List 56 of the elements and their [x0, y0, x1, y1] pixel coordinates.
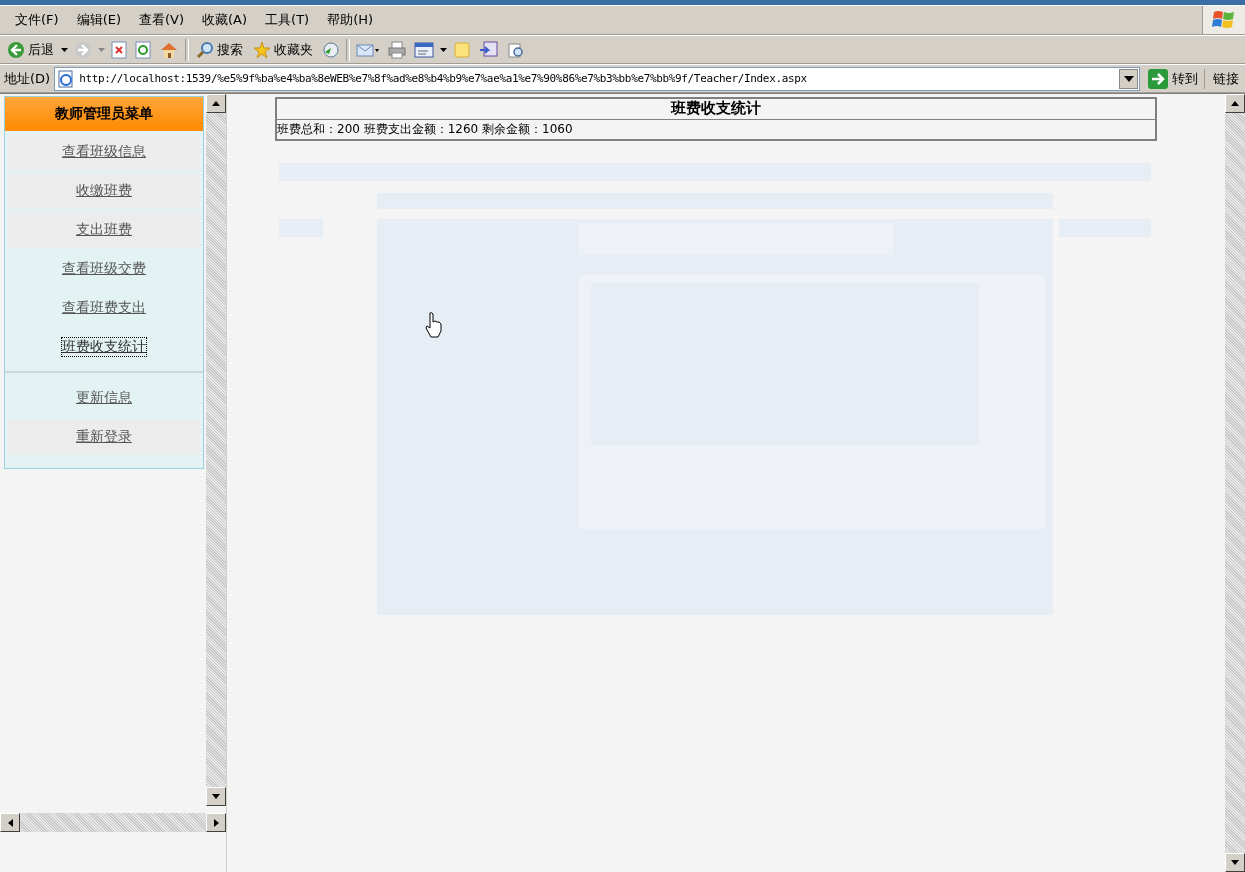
- scroll-up-button[interactable]: [206, 94, 226, 113]
- messenger-icon[interactable]: [477, 40, 501, 59]
- address-text: http://localhost:1539/%e5%9f%ba%e4%ba%8eWEB%e7%8f%ad%e8%b4%b9%e7%ae%a1%e7%90%86%e7%b3%bb%e7%bb%9f/Teacher/Index.aspx: [79, 72, 808, 85]
- up-arrow-icon: [1231, 101, 1239, 106]
- scroll-up-button[interactable]: [1225, 94, 1245, 113]
- menu-link[interactable]: 更新信息: [76, 389, 132, 407]
- menu-item[interactable]: 帮助(H): [318, 11, 383, 29]
- windows-flag-icon: [1202, 6, 1245, 34]
- star-icon: [253, 40, 271, 59]
- menu-header: 教师管理员菜单: [5, 97, 203, 131]
- report-summary: 班费总和：200 班费支出金额：1260 剩余金额：1060: [277, 121, 574, 138]
- menu-link[interactable]: 支出班费: [76, 221, 132, 239]
- vertical-scrollbar[interactable]: [1225, 94, 1245, 872]
- vertical-scrollbar[interactable]: [206, 94, 226, 806]
- left-arrow-icon: [7, 818, 13, 827]
- stop-icon[interactable]: [109, 40, 129, 59]
- menu-item[interactable]: 收藏(A): [193, 11, 257, 29]
- menu-item[interactable]: 编辑(E): [67, 11, 130, 29]
- horizontal-scrollbar[interactable]: [0, 813, 226, 832]
- refresh-icon[interactable]: [133, 40, 153, 59]
- menu-link[interactable]: 查看班费支出: [62, 299, 146, 317]
- page-icon: [57, 69, 76, 88]
- menu-link[interactable]: 班费收支统计: [62, 338, 146, 356]
- back-button[interactable]: 后退: [4, 40, 57, 59]
- favorites-button[interactable]: 收藏夹: [250, 40, 316, 59]
- address-label: 地址(D): [4, 69, 51, 88]
- down-arrow-icon: [212, 794, 220, 799]
- edit-page-icon[interactable]: [412, 40, 436, 59]
- back-arrow-icon: [7, 40, 25, 59]
- scroll-left-button[interactable]: [0, 813, 20, 832]
- search-button[interactable]: 搜索: [193, 40, 246, 59]
- dropdown-arrow-icon[interactable]: [61, 47, 68, 52]
- scroll-right-button[interactable]: [206, 813, 226, 832]
- dropdown-arrow-icon: [1123, 75, 1134, 82]
- menu-link[interactable]: 查看班级交费: [62, 260, 146, 278]
- menu-link[interactable]: 收缴班费: [76, 182, 132, 200]
- hand-cursor-icon: [425, 312, 443, 341]
- down-arrow-icon: [1231, 860, 1239, 865]
- scroll-down-button[interactable]: [206, 787, 226, 806]
- printer-icon[interactable]: [386, 40, 408, 59]
- up-arrow-icon: [212, 101, 220, 106]
- menu-link[interactable]: 查看班级信息: [62, 143, 146, 161]
- report-title: 班费收支统计: [277, 99, 1155, 120]
- history-icon[interactable]: [320, 40, 342, 59]
- search-icon: [196, 40, 214, 59]
- address-field[interactable]: http://localhost:1539/%e5%9f%ba%e4%ba%8eWEB%e7%8f%ad%e8%b4%b9%e7%ae%a1%e7%90%86%e7%b3%bb%e7%bb%9f/Teacher/Index.aspx: [54, 66, 1140, 91]
- menu-item[interactable]: 工具(T): [256, 11, 319, 29]
- menu-item[interactable]: 文件(F): [6, 11, 68, 29]
- go-button[interactable]: 转到: [1144, 68, 1205, 89]
- scroll-down-button[interactable]: [1225, 853, 1245, 872]
- menu-link[interactable]: 重新登录: [76, 428, 132, 446]
- dropdown-button[interactable]: [1119, 68, 1138, 89]
- links-button[interactable]: 链接: [1209, 69, 1243, 88]
- menu-item[interactable]: 查看(V): [130, 11, 194, 29]
- dropdown-arrow-icon[interactable]: [440, 47, 447, 52]
- right-arrow-icon: [213, 818, 219, 827]
